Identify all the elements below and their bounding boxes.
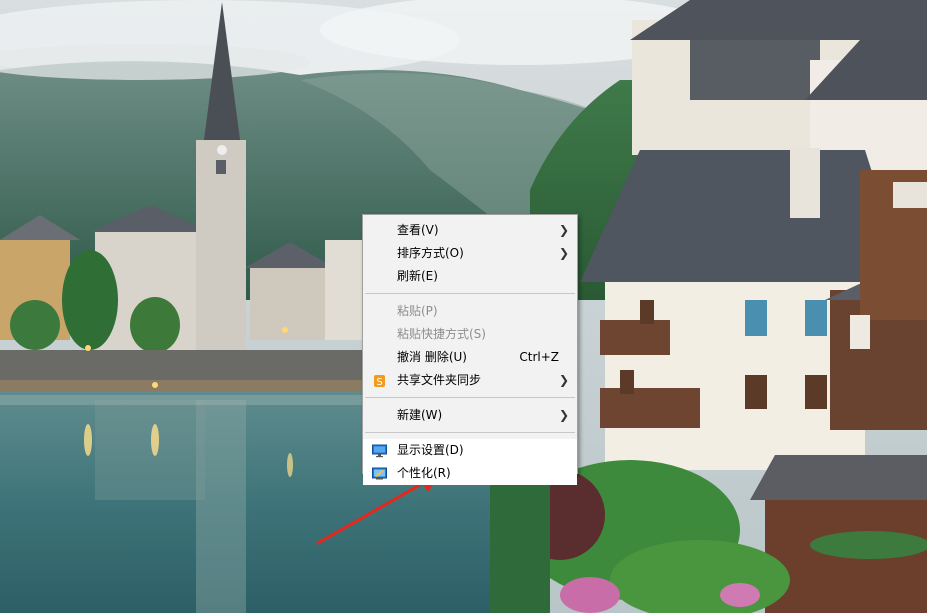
- menu-item-label: 排序方式(O): [397, 246, 464, 260]
- menu-item-2-0[interactable]: 新建(W) ❯: [363, 404, 577, 427]
- menu-item-0-0[interactable]: 查看(V) ❯: [363, 219, 577, 242]
- menu-item-label: 粘贴快捷方式(S): [397, 327, 486, 341]
- sync-icon: S: [372, 373, 387, 388]
- menu-item-label: 刷新(E): [397, 269, 438, 283]
- menu-item-label: 查看(V): [397, 223, 439, 237]
- menu-item-label: 显示设置(D): [397, 443, 464, 457]
- menu-item-label: 新建(W): [397, 408, 443, 422]
- menu-item-label: 共享文件夹同步: [397, 373, 482, 387]
- menu-item-3-0[interactable]: 显示设置(D): [363, 439, 577, 462]
- menu-item-1-3[interactable]: S 共享文件夹同步 ❯: [363, 369, 577, 392]
- svg-text:S: S: [376, 377, 382, 388]
- menu-item-label: 撤消 删除(U): [397, 350, 467, 364]
- desktop-context-menu: 查看(V) ❯ 排序方式(O) ❯ 刷新(E) 粘贴(P) 粘贴快捷方式(S) 撤消 删除(U…: [362, 214, 578, 485]
- menu-separator: [365, 293, 575, 294]
- menu-item-1-2[interactable]: 撤消 删除(U) Ctrl+Z: [363, 346, 577, 369]
- chevron-right-icon: ❯: [558, 408, 569, 422]
- menu-item-label: 个性化(R): [397, 466, 451, 480]
- menu-item-3-1[interactable]: 个性化(R): [363, 462, 577, 485]
- chevron-right-icon: ❯: [558, 223, 569, 237]
- menu-separator: [365, 432, 575, 433]
- menu-item-shortcut: Ctrl+Z: [519, 350, 559, 364]
- personalize-icon: [372, 466, 387, 480]
- menu-item-label: 粘贴(P): [397, 304, 438, 318]
- menu-item-0-2[interactable]: 刷新(E): [363, 265, 577, 288]
- chevron-right-icon: ❯: [558, 246, 569, 260]
- menu-item-1-0[interactable]: 粘贴(P): [363, 300, 577, 323]
- menu-item-1-1[interactable]: 粘贴快捷方式(S): [363, 323, 577, 346]
- chevron-right-icon: ❯: [558, 373, 569, 387]
- display-icon: [372, 443, 387, 458]
- menu-item-0-1[interactable]: 排序方式(O) ❯: [363, 242, 577, 265]
- menu-separator: [365, 397, 575, 398]
